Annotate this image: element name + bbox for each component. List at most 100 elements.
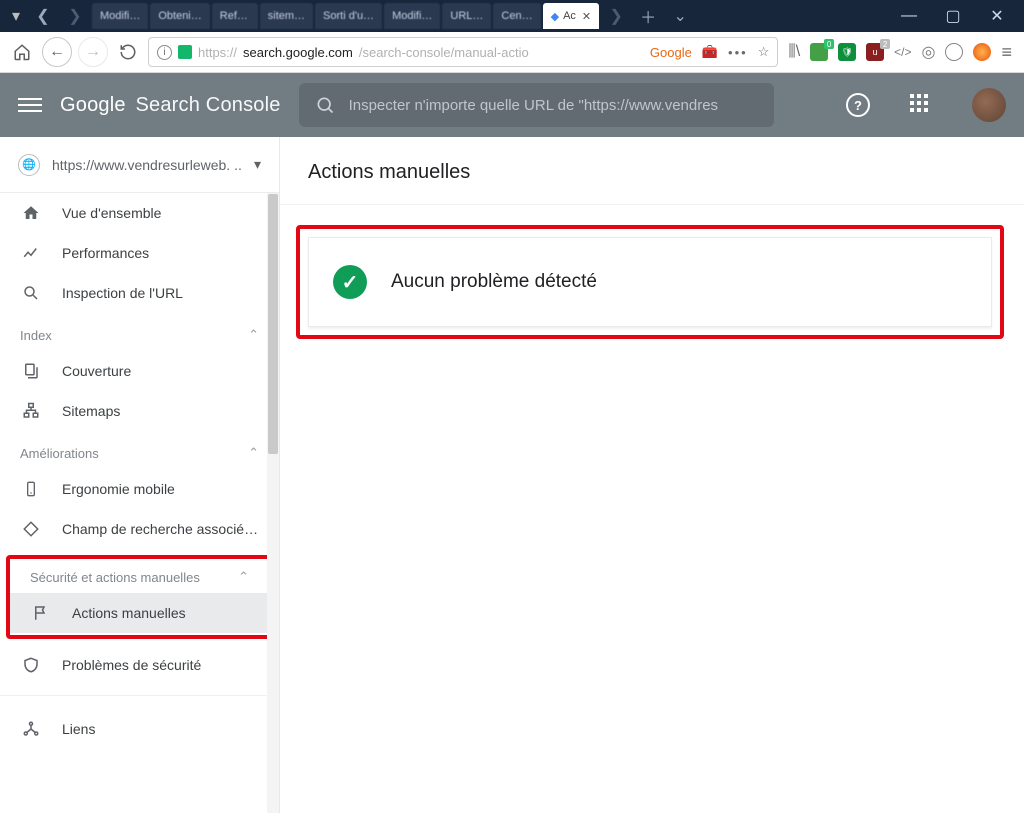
section-label: Index <box>20 328 52 343</box>
sidebar-item-sitelinks-searchbox[interactable]: Champ de recherche associé… <box>0 509 279 549</box>
url-scheme: https:// <box>198 45 237 60</box>
checkmark-icon: ✓ <box>333 265 367 299</box>
sidebar-item-manual-actions[interactable]: Actions manuelles <box>10 593 269 633</box>
tab-favicon: ◆ <box>551 10 559 23</box>
bookmark-star-icon[interactable]: ☆ <box>758 44 770 60</box>
sidebar-item-label: Couverture <box>62 363 131 379</box>
apps-grid-icon[interactable] <box>910 94 932 116</box>
sidebar-section-security[interactable]: Sécurité et actions manuelles ⌃ <box>10 559 269 593</box>
search-icon <box>315 95 335 115</box>
site-info-icon[interactable]: i <box>157 45 172 60</box>
dev-icon[interactable]: </> <box>894 45 911 59</box>
home-button[interactable] <box>8 38 36 66</box>
help-button[interactable]: ? <box>846 93 870 117</box>
window-close[interactable]: ✕ <box>976 2 1018 30</box>
main-content: Actions manuelles ✓ Aucun problème détec… <box>280 137 1024 813</box>
briefcase-icon[interactable]: 🧰 <box>702 44 718 60</box>
property-selector[interactable]: 🌐 https://www.vendresurleweb. .. ▾ <box>0 137 279 193</box>
sidebar-item-sitemaps[interactable]: Sitemaps <box>0 391 279 431</box>
sidebar-item-label: Champ de recherche associé… <box>62 521 258 537</box>
section-label: Améliorations <box>20 446 99 461</box>
sidebar-item-url-inspection[interactable]: Inspection de l'URL <box>0 273 279 313</box>
home-icon <box>20 204 42 222</box>
sidebar-item-overview[interactable]: Vue d'ensemble <box>0 193 279 233</box>
sidebar-item-label: Performances <box>62 245 149 261</box>
back-button[interactable]: ← <box>42 37 72 67</box>
sidebar-item-label: Inspection de l'URL <box>62 285 183 301</box>
sidebar-section-enhancements[interactable]: Améliorations ⌃ <box>0 431 279 469</box>
browser-tab[interactable]: Obteni… <box>150 3 209 29</box>
chevron-up-icon: ⌃ <box>248 327 259 343</box>
tab-scroll-right: ❯ <box>601 4 631 28</box>
flag-icon <box>30 604 52 622</box>
diamond-icon <box>20 520 42 538</box>
browser-tab[interactable]: Cen… <box>493 3 540 29</box>
sidebar-item-performance[interactable]: Performances <box>0 233 279 273</box>
browser-tab[interactable]: URL… <box>442 3 491 29</box>
sidebar-scrollbar[interactable] <box>267 193 279 813</box>
account-icon[interactable] <box>945 43 963 61</box>
browser-tab[interactable]: Modifi… <box>384 3 440 29</box>
sidebar: 🌐 https://www.vendresurleweb. .. ▾ Vue d… <box>0 137 280 813</box>
pages-icon <box>20 362 42 380</box>
sidebar-section-index[interactable]: Index ⌃ <box>0 313 279 351</box>
annotation-highlight-box: ✓ Aucun problème détecté <box>296 225 1004 339</box>
gsc-header: Google Search Console Inspecter n'import… <box>0 73 1024 137</box>
page-actions-icon[interactable]: ••• <box>728 45 748 60</box>
browser-nav-bar: ← → i https://search.google.com/search-c… <box>0 32 1024 73</box>
browser-tab[interactable]: Sorti d'u… <box>315 3 382 29</box>
sitemap-icon <box>20 402 42 420</box>
extension-badge: 0 <box>824 39 834 49</box>
globe-icon: 🌐 <box>18 154 40 176</box>
search-icon <box>20 284 42 302</box>
sidebar-item-coverage[interactable]: Couverture <box>0 351 279 391</box>
reload-button[interactable] <box>114 38 142 66</box>
browser-tab-active[interactable]: ◆ Ac ✕ <box>543 3 600 29</box>
tab-drawer-icon[interactable]: ▾ <box>6 4 26 28</box>
status-card: ✓ Aucun problème détecté <box>308 237 992 327</box>
sidebar-item-security-issues[interactable]: Problèmes de sécurité <box>0 645 279 685</box>
tab-history-back[interactable]: ❮ <box>28 4 58 28</box>
shield-icon <box>20 656 42 674</box>
hamburger-icon[interactable] <box>18 93 42 117</box>
eye-icon[interactable]: ◎ <box>922 42 936 62</box>
status-message: Aucun problème détecté <box>391 271 597 293</box>
extension-badge: 2 <box>880 39 890 49</box>
extension-icon[interactable]: 0 <box>810 43 828 61</box>
logo-search-console: Search Console <box>135 94 280 116</box>
annotation-highlight-box: Sécurité et actions manuelles ⌃ Actions … <box>6 555 273 639</box>
ublock-icon[interactable]: u2 <box>866 43 884 61</box>
toolbar-extensions: ⫼\ 0 🛡 u2 </> ◎ ≡ <box>784 42 1016 63</box>
logo-google: Google <box>60 94 126 116</box>
account-avatar[interactable] <box>972 88 1006 122</box>
sidebar-item-links[interactable]: Liens <box>0 709 279 749</box>
all-tabs-menu[interactable]: ⌄ <box>665 4 695 28</box>
chart-icon <box>20 244 42 262</box>
sidebar-item-mobile-usability[interactable]: Ergonomie mobile <box>0 469 279 509</box>
page-title: Actions manuelles <box>308 161 470 183</box>
extension-shield-icon[interactable]: 🛡 <box>838 43 856 61</box>
browser-tab[interactable]: Ref… <box>212 3 258 29</box>
sidebar-item-label: Problèmes de sécurité <box>62 657 201 673</box>
chevron-down-icon: ▾ <box>254 156 261 173</box>
url-inspect-search[interactable]: Inspecter n'importe quelle URL de "https… <box>299 83 774 127</box>
lock-icon <box>178 45 192 59</box>
search-engine-label: Google <box>650 45 692 60</box>
sidebar-item-label: Actions manuelles <box>72 605 186 621</box>
window-minimize[interactable]: ― <box>888 2 930 30</box>
address-bar[interactable]: i https://search.google.com/search-conso… <box>148 37 778 67</box>
scrollbar-thumb[interactable] <box>268 194 278 454</box>
browser-tab[interactable]: sitem… <box>260 3 313 29</box>
new-tab-button[interactable]: ＋ <box>633 4 663 28</box>
property-label: https://www.vendresurleweb. .. <box>52 157 242 173</box>
search-placeholder: Inspecter n'importe quelle URL de "https… <box>349 97 718 114</box>
window-tabstrip: ▾ ❮ ❯ Modifi… Obteni… Ref… sitem… Sorti … <box>0 0 1024 32</box>
close-tab-icon[interactable]: ✕ <box>582 10 591 23</box>
window-maximize[interactable]: ▢ <box>932 2 974 30</box>
library-icon[interactable]: ⫼\ <box>788 43 800 61</box>
sidebar-item-label: Ergonomie mobile <box>62 481 175 497</box>
url-path: /search-console/manual-actio <box>359 45 529 60</box>
firefox-icon[interactable] <box>973 43 991 61</box>
browser-tab[interactable]: Modifi… <box>92 3 148 29</box>
hamburger-menu-icon[interactable]: ≡ <box>1001 42 1012 63</box>
